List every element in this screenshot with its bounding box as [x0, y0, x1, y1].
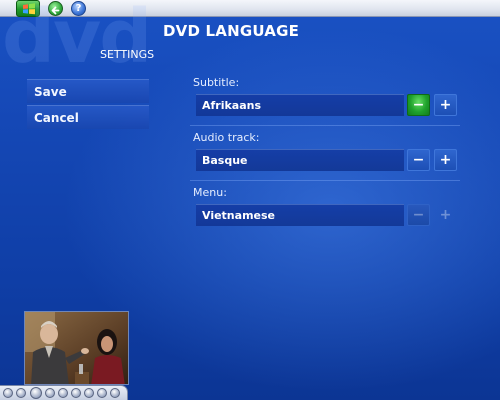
- audio-track-decrease-button[interactable]: −: [407, 149, 430, 171]
- video-frame-image: [25, 312, 128, 384]
- page-title: DVD LANGUAGE: [163, 22, 300, 40]
- menu-increase-button[interactable]: +: [434, 204, 457, 226]
- subtitle-label: Subtitle:: [193, 76, 240, 89]
- menu-value: Vietnamese: [196, 204, 404, 226]
- now-playing-video-thumbnail[interactable]: [24, 311, 129, 385]
- stop-icon[interactable]: [45, 388, 55, 398]
- next-chapter-icon[interactable]: [71, 388, 81, 398]
- dvd-watermark: dvd: [2, 0, 152, 80]
- audio-track-increase-button[interactable]: +: [434, 149, 457, 171]
- mute-icon[interactable]: [84, 388, 94, 398]
- save-button[interactable]: Save: [27, 79, 149, 103]
- rewind-icon[interactable]: [16, 388, 26, 398]
- subtitle-value: Afrikaans: [196, 94, 404, 116]
- volume-up-icon[interactable]: [110, 388, 120, 398]
- fast-forward-icon[interactable]: [58, 388, 68, 398]
- media-center-window: ? dvd DVD LANGUAGE SETTINGS Save Cancel …: [0, 0, 500, 400]
- play-pause-icon[interactable]: [30, 387, 42, 399]
- menu-label: Menu:: [193, 186, 227, 199]
- audio-track-label: Audio track:: [193, 131, 260, 144]
- menu-decrease-button[interactable]: −: [407, 204, 430, 226]
- subtitle-decrease-button[interactable]: −: [407, 94, 430, 116]
- playback-transport-bar: [0, 385, 128, 400]
- cancel-button[interactable]: Cancel: [27, 105, 149, 129]
- divider: [190, 180, 460, 181]
- audio-track-value: Basque: [196, 149, 404, 171]
- section-label: SETTINGS: [100, 48, 155, 61]
- volume-down-icon[interactable]: [97, 388, 107, 398]
- previous-chapter-icon[interactable]: [3, 388, 13, 398]
- subtitle-increase-button[interactable]: +: [434, 94, 457, 116]
- divider: [190, 125, 460, 126]
